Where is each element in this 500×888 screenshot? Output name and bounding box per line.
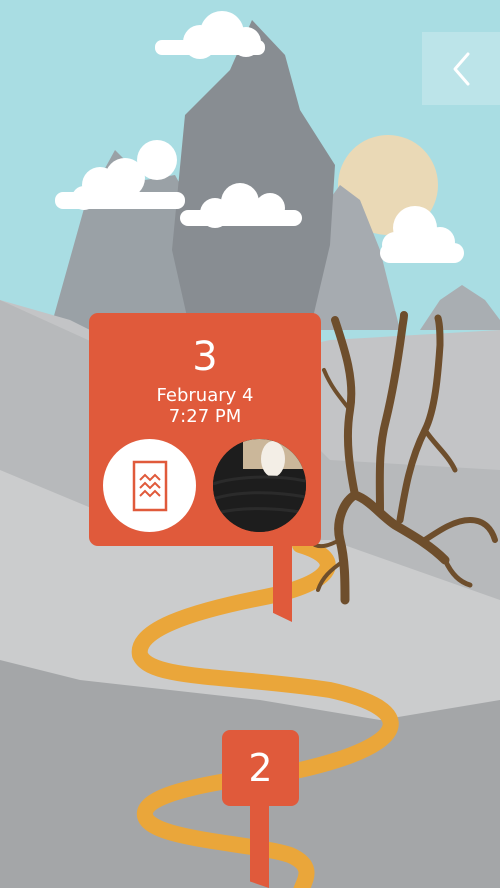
entry-flag-pole <box>273 546 292 622</box>
entry-time: 7:27 PM <box>168 406 242 427</box>
entry-date: February 4 <box>156 385 254 406</box>
chevron-left-icon <box>453 52 470 85</box>
photo-thumbnail <box>213 439 306 532</box>
document-icon <box>132 460 167 511</box>
attachment-document[interactable] <box>103 439 196 532</box>
entry-marker-2[interactable]: 2 <box>222 730 299 806</box>
marker-2-flag-pole <box>250 806 269 888</box>
attachment-photo[interactable] <box>213 439 306 532</box>
back-button[interactable] <box>422 32 500 105</box>
entry-card[interactable]: 3 February 4 7:27 PM <box>89 313 321 546</box>
entry-number: 3 <box>192 334 218 380</box>
